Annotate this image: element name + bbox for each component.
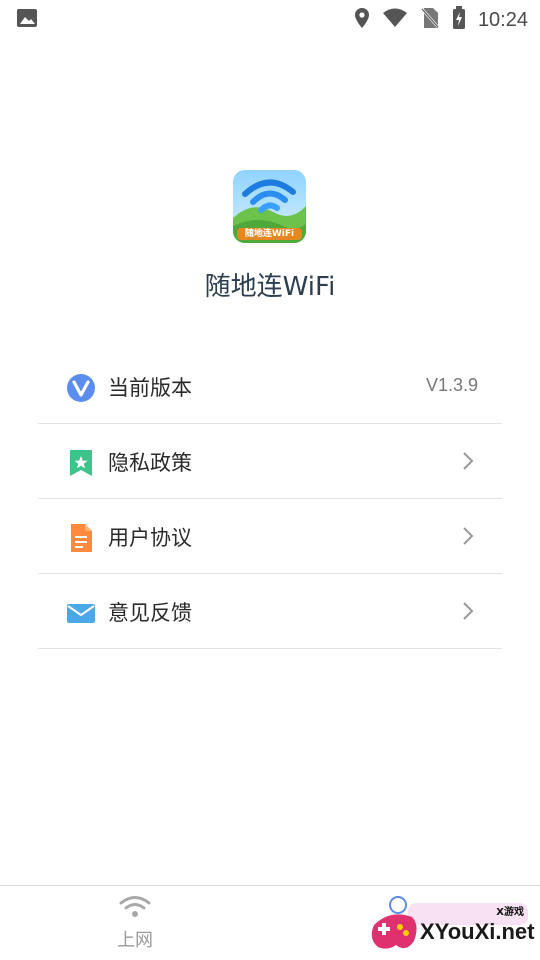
app-name: 随地连WiFi xyxy=(204,272,336,302)
app-logo: 随地连WiFi xyxy=(233,170,306,243)
version-v-icon xyxy=(66,373,96,403)
location-icon xyxy=(354,7,370,34)
privacy-bookmark-icon xyxy=(66,448,96,478)
menu-item-label: 隐私政策 xyxy=(108,451,192,475)
status-time: 10:24 xyxy=(477,9,528,31)
app-logo-text: 随地连WiFi xyxy=(244,229,295,239)
mail-icon xyxy=(66,598,96,628)
version-value: V1.3.9 xyxy=(425,375,478,395)
chevron-right-icon xyxy=(462,451,474,471)
tab-net[interactable]: 上网 xyxy=(100,894,170,954)
no-sim-icon xyxy=(420,7,440,34)
tab-net-label: 上网 xyxy=(117,930,153,951)
battery-charging-icon xyxy=(452,6,466,35)
wifi-icon xyxy=(382,8,408,33)
document-icon xyxy=(66,523,96,553)
menu-item-feedback[interactable]: 意见反馈 xyxy=(38,574,502,649)
wifi-tab-icon xyxy=(118,896,152,924)
menu-item-privacy[interactable]: 隐私政策 xyxy=(38,424,502,499)
watermark: X游戏 XYouXi.net xyxy=(368,895,536,957)
settings-menu: 当前版本 V1.3.9 隐私政策 用户协议 意见反馈 xyxy=(38,349,502,649)
status-bar: 10:24 xyxy=(0,0,540,36)
menu-item-label: 用户协议 xyxy=(108,526,192,550)
menu-item-version[interactable]: 当前版本 V1.3.9 xyxy=(38,349,502,424)
menu-item-label: 当前版本 xyxy=(108,376,192,400)
image-icon xyxy=(16,8,38,33)
chevron-right-icon xyxy=(462,526,474,546)
menu-item-user-agreement[interactable]: 用户协议 xyxy=(38,499,502,574)
watermark-small-text: X游戏 xyxy=(496,907,524,918)
watermark-site-text: XYouXi.net xyxy=(420,919,535,944)
menu-item-label: 意见反馈 xyxy=(108,601,192,625)
chevron-right-icon xyxy=(462,601,474,621)
